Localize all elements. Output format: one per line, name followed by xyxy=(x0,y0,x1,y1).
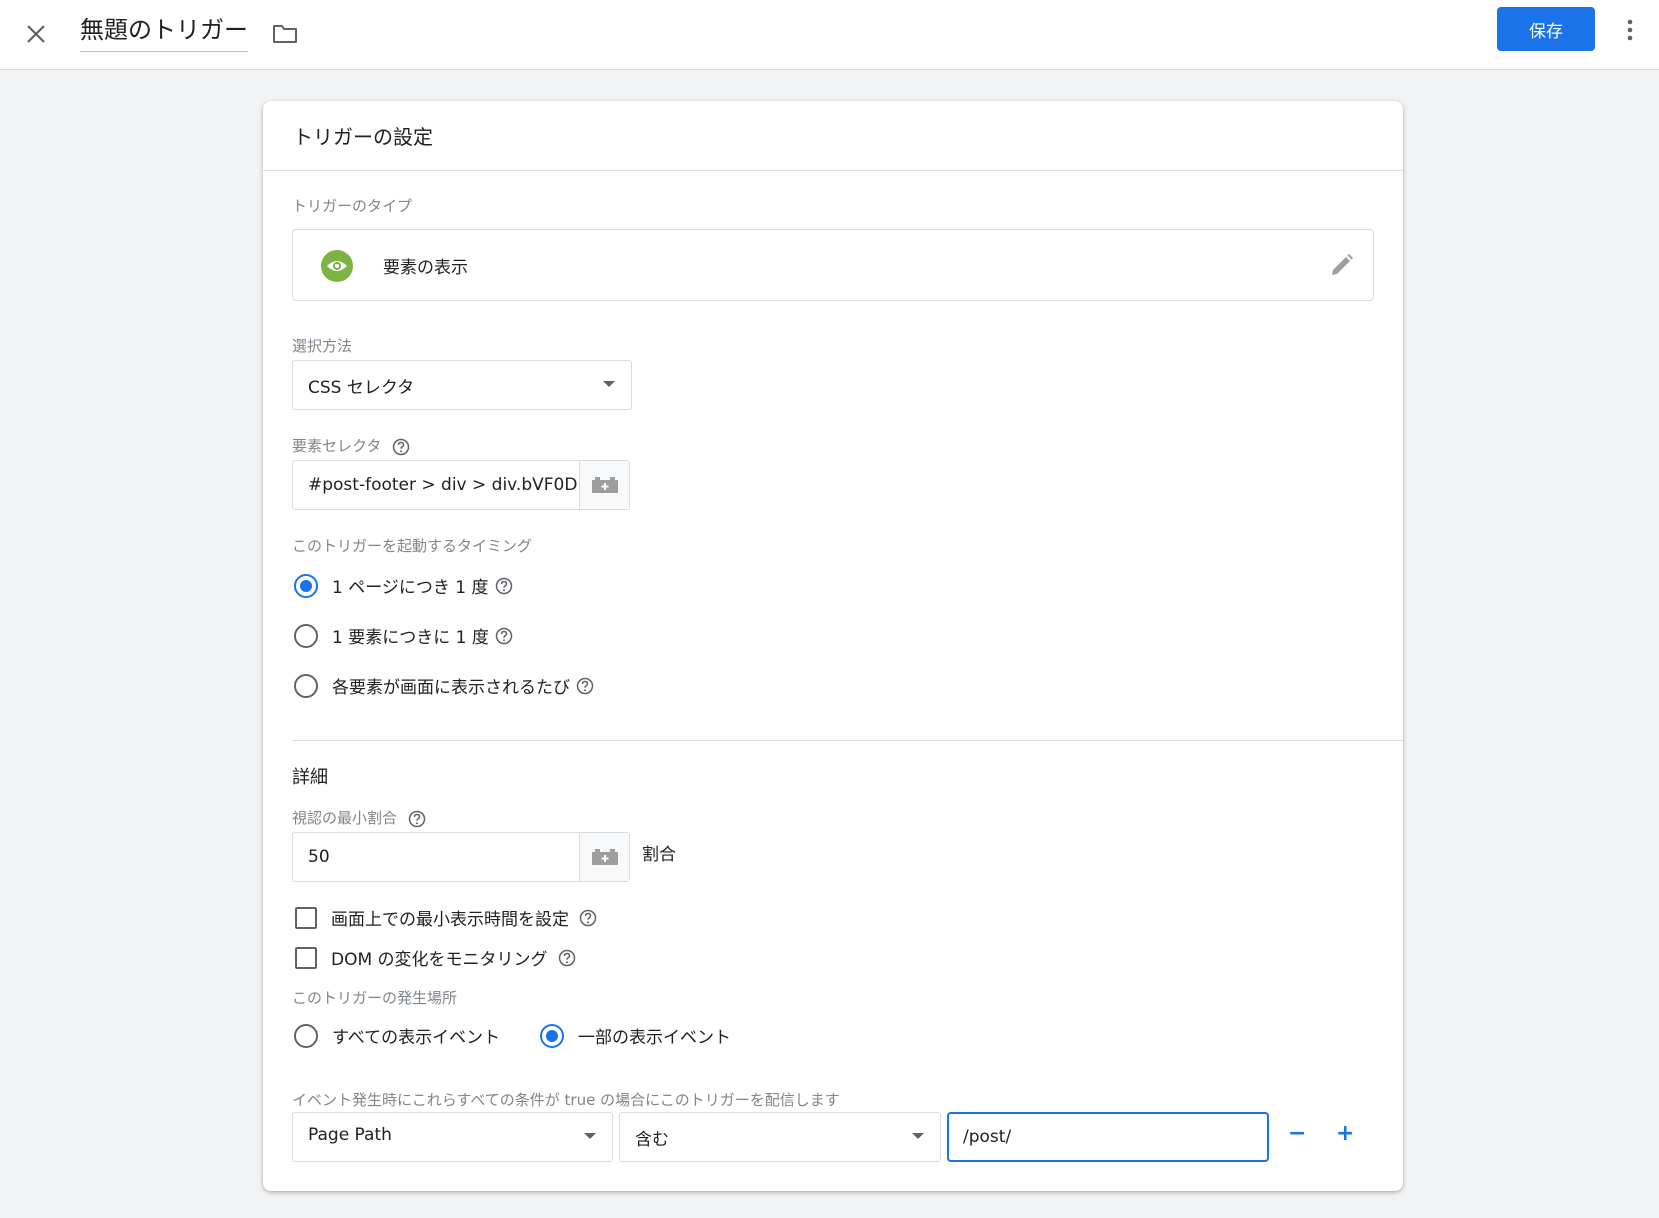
timing-option-every-time[interactable]: 各要素が画面に表示されるたび xyxy=(294,673,594,698)
top-bar: 無題のトリガー 保存 xyxy=(0,0,1659,70)
dropdown-arrow-icon xyxy=(603,381,615,387)
save-button[interactable]: 保存 xyxy=(1497,7,1595,51)
min-visible-label: 視認の最小割合 xyxy=(292,807,426,828)
timing-label: このトリガーを起動するタイミング xyxy=(292,537,533,555)
checkbox-label: 画面上での最小表示時間を設定 xyxy=(331,910,569,930)
element-selector-label-text: 要素セレクタ xyxy=(292,437,382,455)
trigger-type-box[interactable]: 要素の表示 xyxy=(292,229,1374,301)
checkbox[interactable] xyxy=(295,946,317,969)
radio-button[interactable] xyxy=(294,673,318,698)
condition-variable-value: Page Path xyxy=(308,1125,392,1145)
element-selector-label: 要素セレクタ xyxy=(292,435,410,456)
fire-on-some-events[interactable]: 一部の表示イベント xyxy=(540,1023,731,1048)
help-icon[interactable] xyxy=(495,577,513,595)
variable-picker-button[interactable] xyxy=(579,461,629,509)
close-icon xyxy=(27,25,45,43)
trigger-config-card: トリガーの設定 トリガーのタイプ 要素の表示 選択方法 CSS セレクタ 要素セ… xyxy=(263,101,1403,1191)
details-section-title: 詳細 xyxy=(292,767,328,788)
checkbox-min-time[interactable]: 画面上での最小表示時間を設定 xyxy=(295,905,597,930)
variable-icon xyxy=(591,477,618,493)
condition-label: イベント発生時にこれらすべての条件が true の場合にこのトリガーを配信します xyxy=(292,1091,840,1109)
timing-option-label: 各要素が画面に表示されるたび xyxy=(332,678,570,698)
element-selector-input[interactable] xyxy=(293,461,579,509)
min-visible-group xyxy=(292,832,630,882)
card-header: トリガーの設定 xyxy=(263,101,1403,171)
dropdown-arrow-icon xyxy=(912,1133,924,1139)
help-icon[interactable] xyxy=(579,909,597,927)
checkbox[interactable] xyxy=(295,906,317,929)
remove-condition-button[interactable]: − xyxy=(1288,1121,1306,1146)
radio-button[interactable] xyxy=(294,623,318,648)
help-icon[interactable] xyxy=(408,810,426,828)
radio-button[interactable] xyxy=(540,1023,564,1048)
condition-value-input[interactable] xyxy=(949,1114,1267,1160)
variable-icon xyxy=(591,849,618,865)
timing-option-once-per-page[interactable]: 1 ページにつき 1 度 xyxy=(294,573,513,598)
timing-option-label: 1 要素につきに 1 度 xyxy=(332,628,489,648)
min-visible-label-text: 視認の最小割合 xyxy=(292,809,398,827)
element-selector-group xyxy=(292,460,630,510)
add-condition-button[interactable]: + xyxy=(1336,1121,1354,1146)
section-divider xyxy=(292,740,1403,741)
edit-pencil-icon[interactable] xyxy=(1329,252,1355,278)
checkbox-dom-monitoring[interactable]: DOM の変化をモニタリング xyxy=(295,945,576,970)
dropdown-arrow-icon xyxy=(584,1133,596,1139)
fire-on-all-events[interactable]: すべての表示イベント xyxy=(294,1023,500,1048)
fire-on-option-label: すべての表示イベント xyxy=(332,1028,501,1048)
min-visible-unit: 割合 xyxy=(642,845,676,865)
condition-operator-value: 含む xyxy=(635,1130,669,1150)
condition-variable-select[interactable]: Page Path xyxy=(292,1112,613,1162)
condition-value-field xyxy=(947,1112,1269,1162)
variable-picker-button[interactable] xyxy=(579,833,629,881)
more-options-button[interactable] xyxy=(1615,12,1645,48)
fire-on-option-label: 一部の表示イベント xyxy=(578,1028,731,1048)
card-title: トリガーの設定 xyxy=(293,125,433,149)
condition-operator-select[interactable]: 含む xyxy=(619,1112,941,1162)
radio-button[interactable] xyxy=(294,573,318,598)
selection-method-label: 選択方法 xyxy=(292,337,353,355)
more-vert-icon xyxy=(1627,19,1633,41)
help-icon[interactable] xyxy=(576,677,594,695)
help-icon[interactable] xyxy=(392,438,410,456)
trigger-name-field[interactable]: 無題のトリガー xyxy=(80,12,248,52)
selection-method-value: CSS セレクタ xyxy=(308,378,415,398)
radio-button[interactable] xyxy=(294,1023,318,1048)
help-icon[interactable] xyxy=(495,627,513,645)
trigger-type-value: 要素の表示 xyxy=(383,258,468,278)
timing-option-once-per-element[interactable]: 1 要素につきに 1 度 xyxy=(294,623,513,648)
checkbox-label: DOM の変化をモニタリング xyxy=(331,950,548,970)
folder-icon xyxy=(273,25,297,43)
trigger-name: 無題のトリガー xyxy=(80,16,248,44)
min-visible-input[interactable] xyxy=(293,833,579,881)
timing-option-label: 1 ページにつき 1 度 xyxy=(332,578,489,598)
selection-method-select[interactable]: CSS セレクタ xyxy=(292,360,632,410)
fire-on-label: このトリガーの発生場所 xyxy=(292,989,458,1007)
close-button[interactable] xyxy=(16,14,56,54)
folder-button[interactable] xyxy=(268,16,302,50)
eye-icon xyxy=(321,250,353,282)
trigger-type-label: トリガーのタイプ xyxy=(292,197,413,215)
help-icon[interactable] xyxy=(558,949,576,967)
